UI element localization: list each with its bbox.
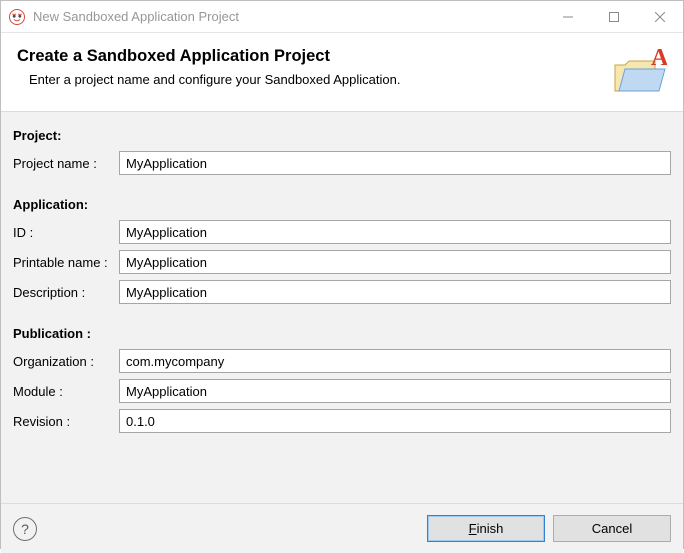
- window-title: New Sandboxed Application Project: [33, 9, 545, 24]
- finish-mnemonic: F: [469, 521, 477, 536]
- pub-revision-input[interactable]: [119, 409, 671, 433]
- project-name-input[interactable]: [119, 151, 671, 175]
- section-project: Project:: [13, 128, 671, 143]
- pub-module-label: Module :: [13, 384, 119, 399]
- row-app-printable: Printable name :: [13, 250, 671, 274]
- pub-module-input[interactable]: [119, 379, 671, 403]
- minimize-button[interactable]: [545, 1, 591, 32]
- close-button[interactable]: [637, 1, 683, 32]
- finish-label-rest: inish: [477, 521, 504, 536]
- window-controls: [545, 1, 683, 32]
- finish-button[interactable]: Finish: [427, 515, 545, 542]
- help-button[interactable]: ?: [13, 517, 37, 541]
- folder-app-icon: A: [611, 47, 667, 95]
- app-icon: [9, 9, 25, 25]
- app-description-label: Description :: [13, 285, 119, 300]
- row-app-description: Description :: [13, 280, 671, 304]
- form-area: Project: Project name : Application: ID …: [1, 112, 683, 503]
- app-id-label: ID :: [13, 225, 119, 240]
- row-pub-org: Organization :: [13, 349, 671, 373]
- wizard-header: Create a Sandboxed Application Project E…: [1, 33, 683, 112]
- app-description-input[interactable]: [119, 280, 671, 304]
- titlebar: New Sandboxed Application Project: [1, 1, 683, 33]
- page-subtitle: Enter a project name and configure your …: [29, 72, 603, 87]
- pub-org-input[interactable]: [119, 349, 671, 373]
- pub-org-label: Organization :: [13, 354, 119, 369]
- row-pub-revision: Revision :: [13, 409, 671, 433]
- app-printable-input[interactable]: [119, 250, 671, 274]
- row-pub-module: Module :: [13, 379, 671, 403]
- pub-revision-label: Revision :: [13, 414, 119, 429]
- project-name-label: Project name :: [13, 156, 119, 171]
- section-publication: Publication :: [13, 326, 671, 341]
- cancel-button[interactable]: Cancel: [553, 515, 671, 542]
- row-project-name: Project name :: [13, 151, 671, 175]
- button-bar: ? Finish Cancel: [1, 503, 683, 553]
- page-title: Create a Sandboxed Application Project: [17, 47, 603, 66]
- app-printable-label: Printable name :: [13, 255, 119, 270]
- row-app-id: ID :: [13, 220, 671, 244]
- maximize-button[interactable]: [591, 1, 637, 32]
- svg-text:A: A: [651, 47, 667, 71]
- app-id-input[interactable]: [119, 220, 671, 244]
- section-application: Application:: [13, 197, 671, 212]
